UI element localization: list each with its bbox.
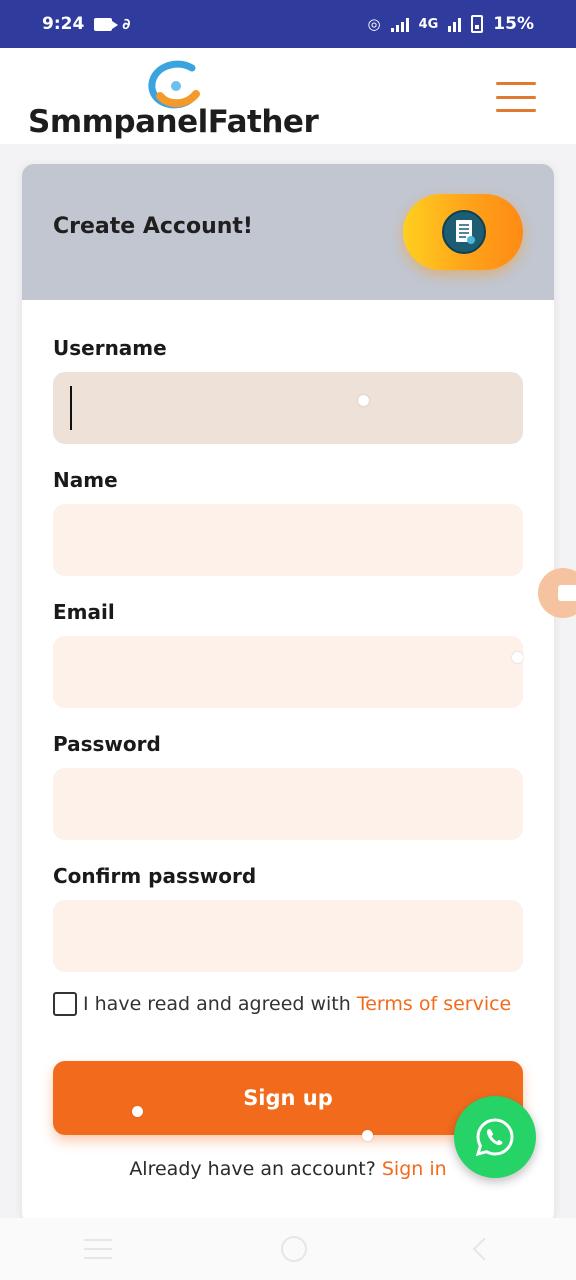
touch-dot	[512, 652, 523, 663]
touch-dot	[132, 1106, 143, 1117]
link-icon: ∂	[122, 15, 131, 33]
terms-checkbox[interactable]	[53, 992, 77, 1016]
document-icon	[442, 210, 486, 254]
signal-icon-2	[448, 16, 462, 32]
card-title: Create Account!	[53, 214, 253, 239]
signin-row: Already have an account? Sign in	[53, 1158, 523, 1180]
username-label: Username	[53, 336, 167, 360]
touch-dot	[358, 395, 369, 406]
signup-card: Create Account! Username Name Email Pass…	[22, 164, 554, 1224]
name-input[interactable]	[53, 504, 523, 576]
password-label: Password	[53, 732, 161, 756]
username-input[interactable]	[53, 372, 523, 444]
terms-text: I have read and agreed with	[83, 993, 357, 1015]
name-label: Name	[53, 468, 118, 492]
hamburger-line	[496, 82, 536, 85]
email-input[interactable]	[53, 636, 523, 708]
status-bar: 9:24 ∂ ◎ 4G 15%	[0, 0, 576, 48]
confirm-password-input[interactable]	[53, 900, 523, 972]
site-header: SmmpanelFather	[0, 48, 576, 144]
hotspot-icon: ◎	[367, 15, 381, 33]
text-caret	[70, 386, 72, 430]
confirm-password-label: Confirm password	[53, 864, 257, 888]
card-header: Create Account!	[22, 164, 554, 300]
android-nav-bar	[0, 1218, 576, 1280]
camera-icon	[558, 585, 576, 601]
battery-icon	[471, 15, 484, 33]
already-account-text: Already have an account?	[129, 1158, 382, 1180]
signal-icon	[390, 16, 409, 32]
password-input[interactable]	[53, 768, 523, 840]
status-time: 9:24	[42, 14, 85, 34]
brand-logo-text: SmmpanelFather	[28, 104, 319, 140]
whatsapp-button[interactable]	[454, 1096, 536, 1178]
terms-row: I have read and agreed with Terms of ser…	[53, 992, 511, 1016]
hamburger-line	[496, 95, 536, 99]
hamburger-menu-button[interactable]	[496, 82, 536, 112]
touch-dot	[362, 1130, 373, 1141]
signup-button[interactable]: Sign up	[53, 1061, 523, 1135]
back-button[interactable]	[472, 1237, 495, 1261]
battery-percent: 15%	[493, 14, 534, 34]
whatsapp-icon	[475, 1118, 514, 1157]
document-badge	[403, 194, 523, 270]
signin-link[interactable]: Sign in	[382, 1158, 447, 1180]
terms-of-service-link[interactable]: Terms of service	[357, 993, 511, 1015]
network-type: 4G	[418, 16, 439, 32]
recent-apps-button[interactable]	[84, 1239, 113, 1259]
video-camera-icon	[94, 17, 119, 31]
email-label: Email	[53, 600, 115, 624]
hamburger-line	[496, 109, 536, 112]
home-button[interactable]	[280, 1236, 307, 1262]
